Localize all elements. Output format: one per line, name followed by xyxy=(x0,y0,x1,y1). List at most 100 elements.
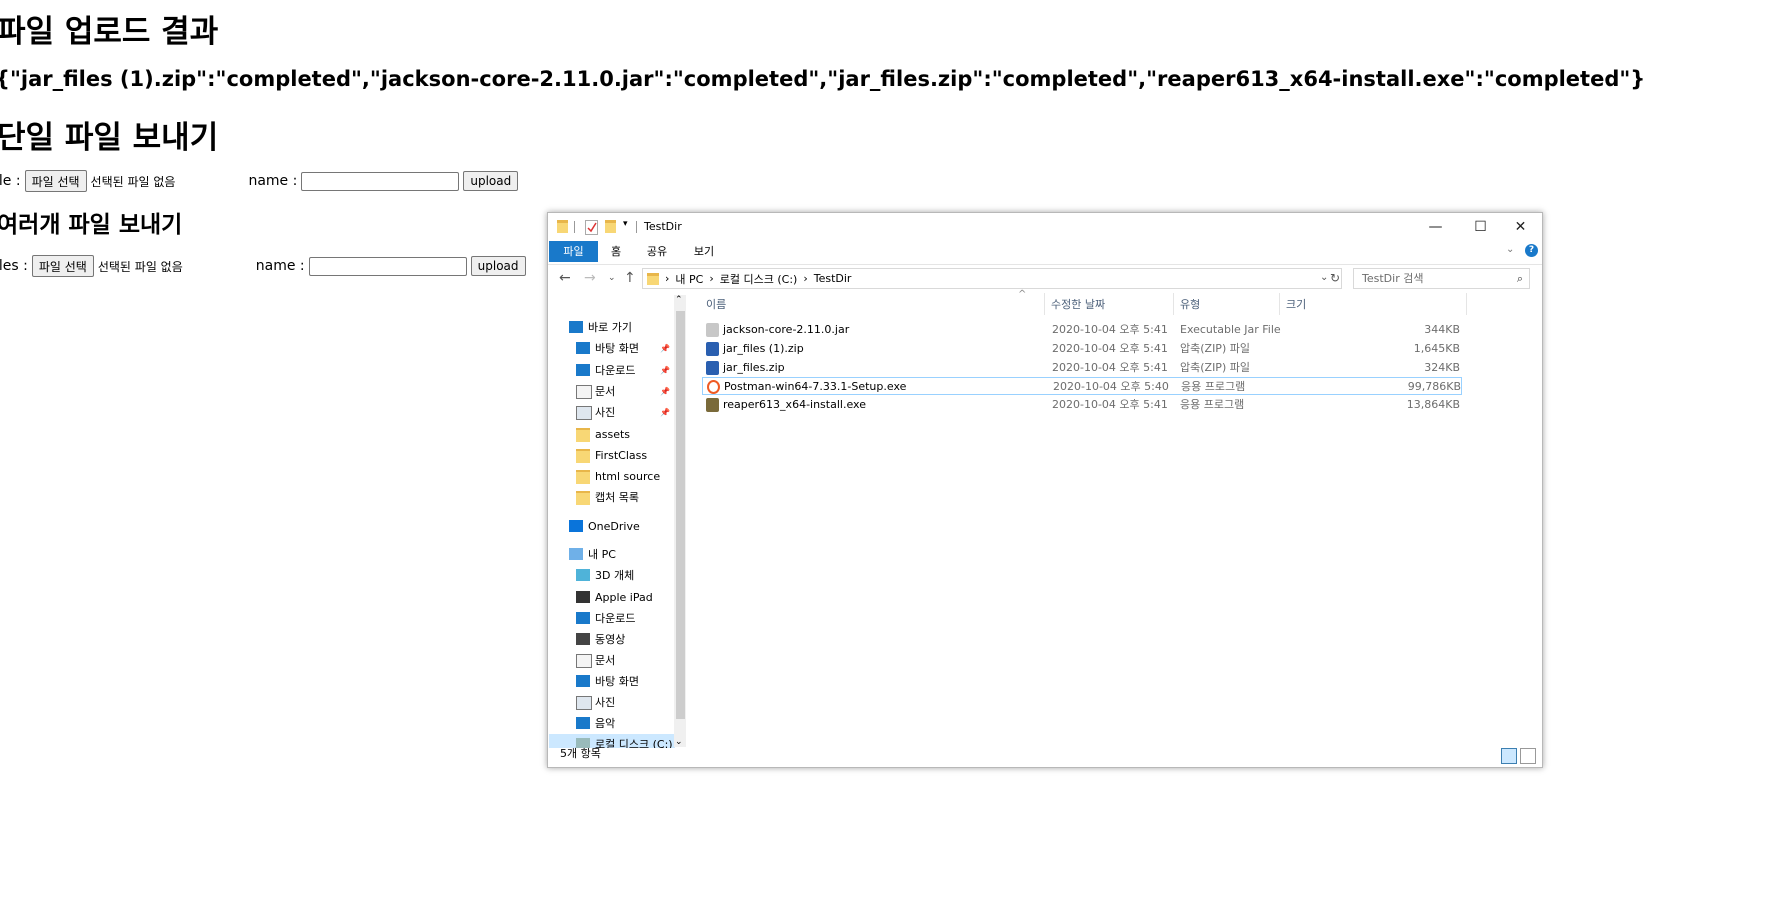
file-row[interactable]: jar_files.zip 2020-10-04 오후 5:41 압축(ZIP) 파… xyxy=(702,359,1462,377)
breadcrumb-testdir[interactable]: TestDir xyxy=(814,272,852,285)
sidebar-item[interactable]: assets xyxy=(549,424,675,445)
sidebar-item[interactable]: html source xyxy=(549,466,675,487)
column-header-date[interactable]: 수정한 날짜 xyxy=(1051,296,1105,312)
sidebar-item-label: 문서 xyxy=(595,385,616,398)
sidebar-item-label: 바탕 화면 xyxy=(595,342,639,355)
choose-files-button[interactable]: 파일 선택 xyxy=(31,255,94,277)
column-divider[interactable] xyxy=(1466,293,1467,315)
pin-icon: 📌 xyxy=(660,366,670,375)
file-date: 2020-10-04 오후 5:41 xyxy=(1052,342,1168,355)
sidebar-item-label: 내 PC xyxy=(588,548,616,561)
sort-indicator-icon: ^ xyxy=(1018,289,1027,300)
navigation-pane: 바로 가기 바탕 화면 📌 다운로드 📌 문서 📌 사진 📌 assets FirstClass ht… xyxy=(549,293,687,748)
nav-scrollbar[interactable]: ⌃ ⌄ xyxy=(674,295,686,747)
name-input[interactable] xyxy=(308,256,467,276)
help-icon[interactable]: ? xyxy=(1525,244,1538,257)
sidebar-item[interactable]: 다운로드 📌 xyxy=(549,360,675,381)
new-folder-icon[interactable] xyxy=(605,220,616,233)
up-icon[interactable]: ↑ xyxy=(624,270,636,286)
scroll-down-icon[interactable]: ⌄ xyxy=(675,737,683,747)
column-header-name[interactable]: 이름 xyxy=(706,296,726,312)
maximize-icon[interactable]: ☐ xyxy=(1458,215,1503,239)
sidebar-item[interactable]: 사진 xyxy=(549,692,675,713)
download-icon xyxy=(576,364,590,376)
column-header-type[interactable]: 유형 xyxy=(1180,296,1200,312)
window-title: TestDir xyxy=(644,220,682,233)
name-label: name : xyxy=(248,173,298,189)
file-date: 2020-10-04 오후 5:41 xyxy=(1052,323,1168,336)
sidebar-item[interactable]: Apple iPad xyxy=(549,587,675,608)
sidebar-item[interactable]: 바로 가기 xyxy=(549,317,675,338)
sidebar-item[interactable]: 음악 xyxy=(549,713,675,734)
file-explorer-window: ▾ TestDir — ☐ ✕ 파일 홈 공유 보기 ⌄ ? ← → ⌄ ↑ ›… xyxy=(547,212,1543,768)
close-icon[interactable]: ✕ xyxy=(1498,215,1543,239)
sidebar-item-label: 문서 xyxy=(595,654,616,667)
choose-file-button[interactable]: 파일 선택 xyxy=(24,170,87,192)
folder-icon xyxy=(557,220,568,233)
column-divider[interactable] xyxy=(1279,293,1280,315)
refresh-icon[interactable]: ↻ xyxy=(1330,271,1340,285)
sidebar-item[interactable]: OneDrive xyxy=(549,516,675,537)
minimize-icon[interactable]: — xyxy=(1413,215,1458,239)
sidebar-item-label: FirstClass xyxy=(595,449,648,462)
video-icon xyxy=(576,633,590,645)
sidebar-item[interactable]: 다운로드 xyxy=(549,608,675,629)
breadcrumb-my-pc[interactable]: 내 PC xyxy=(675,271,703,287)
customize-toolbar-icon[interactable]: ▾ xyxy=(623,219,628,229)
address-box[interactable]: › 내 PC › 로컬 디스크 (C:) › TestDir xyxy=(642,268,1342,289)
sidebar-item[interactable]: 사진 📌 xyxy=(549,402,675,423)
sidebar-item[interactable]: 3D 개체 xyxy=(549,565,675,586)
details-view-icon[interactable] xyxy=(1501,748,1517,764)
properties-icon[interactable] xyxy=(585,220,598,235)
nav-scrollbar-thumb[interactable] xyxy=(676,311,685,719)
sidebar-item[interactable]: 바탕 화면 xyxy=(549,671,675,692)
name-input[interactable] xyxy=(301,171,460,191)
sidebar-item-label: html source xyxy=(595,470,661,483)
breadcrumb-sep: › xyxy=(803,272,808,285)
ribbon-expand-icon[interactable]: ⌄ xyxy=(1506,244,1514,255)
tab-share[interactable]: 공유 xyxy=(641,241,673,262)
forward-icon[interactable]: → xyxy=(584,270,596,286)
file-row[interactable]: Postman-win64-7.33.1-Setup.exe 2020-10-04… xyxy=(702,377,1462,395)
page-title-upload-result: 파일 업로드 결과 xyxy=(0,14,219,50)
sidebar-item[interactable]: 문서 xyxy=(549,650,675,671)
sidebar-item[interactable]: FirstClass xyxy=(549,445,675,466)
tab-view[interactable]: 보기 xyxy=(688,241,720,262)
file-row[interactable]: reaper613_x64-install.exe 2020-10-04 오후 5… xyxy=(702,396,1462,414)
column-divider[interactable] xyxy=(1173,293,1174,315)
multi-upload-form: iles : 파일 선택 선택된 파일 없음 name : upload xyxy=(0,255,526,277)
column-divider[interactable] xyxy=(1044,293,1045,315)
sidebar-item[interactable]: 바탕 화면 📌 xyxy=(549,338,675,359)
file-name: jar_files.zip xyxy=(723,361,785,374)
device-icon xyxy=(576,591,590,603)
file-row[interactable]: jar_files (1).zip 2020-10-04 오후 5:41 압축(ZI… xyxy=(702,340,1462,358)
jar-icon xyxy=(706,323,719,337)
sidebar-item[interactable]: 문서 📌 xyxy=(549,381,675,402)
sidebar-item-label: 다운로드 xyxy=(595,612,636,625)
sidebar-item[interactable]: 내 PC xyxy=(549,544,675,565)
scroll-up-icon[interactable]: ⌃ xyxy=(675,295,683,305)
sidebar-item[interactable]: 캡처 목록 xyxy=(549,487,675,508)
column-header-size[interactable]: 크기 xyxy=(1286,296,1306,312)
folder-icon xyxy=(576,449,590,463)
postman-icon xyxy=(707,380,720,394)
upload-button[interactable]: upload xyxy=(470,256,526,276)
search-input[interactable]: TestDir 검색 ⌕ xyxy=(1353,268,1530,289)
sidebar-item-label: 로컬 디스크 (C:) xyxy=(595,738,673,748)
file-name: Postman-win64-7.33.1-Setup.exe xyxy=(724,380,907,393)
recent-locations-icon[interactable]: ⌄ xyxy=(608,273,616,283)
large-icons-view-icon[interactable] xyxy=(1520,748,1536,764)
separator xyxy=(636,221,637,233)
sidebar-item[interactable]: 동영상 xyxy=(549,629,675,650)
tab-file[interactable]: 파일 xyxy=(549,241,598,262)
folder-icon xyxy=(576,428,590,442)
file-size: 1,645KB xyxy=(1413,342,1460,355)
back-icon[interactable]: ← xyxy=(559,270,571,286)
file-size: 344KB xyxy=(1424,323,1460,336)
tab-home[interactable]: 홈 xyxy=(603,241,629,262)
installer-icon xyxy=(706,398,719,412)
upload-button[interactable]: upload xyxy=(463,171,519,191)
address-dropdown-icon[interactable]: ⌄ xyxy=(1320,272,1328,283)
file-row[interactable]: jackson-core-2.11.0.jar 2020-10-04 오후 5:4… xyxy=(702,321,1462,339)
breadcrumb-local-disk[interactable]: 로컬 디스크 (C:) xyxy=(720,271,798,287)
